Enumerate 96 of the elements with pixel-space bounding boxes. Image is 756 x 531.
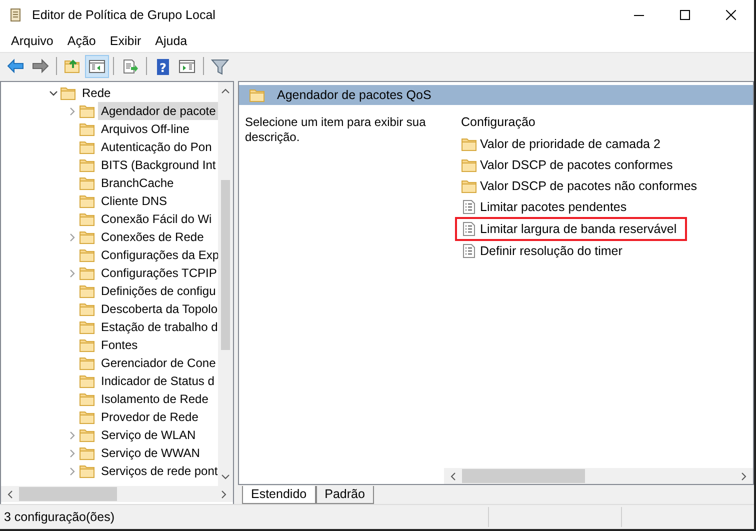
tree-item[interactable]: BranchCache: [98, 174, 218, 192]
tree-item[interactable]: Conexões de Rede: [98, 228, 218, 246]
window-title: Editor de Política de Grupo Local: [32, 8, 216, 22]
horizontal-scrollbar[interactable]: [1, 486, 233, 502]
folder-icon: [79, 427, 95, 443]
folder-icon: [79, 247, 95, 263]
folder-icon: [79, 337, 95, 353]
setting-item[interactable]: Limitar pacotes pendentes: [455, 196, 637, 218]
folder-icon: [79, 193, 95, 209]
folder-icon: [79, 139, 95, 155]
scroll-right-icon[interactable]: [221, 490, 227, 498]
scroll-left-icon[interactable]: [7, 490, 13, 498]
vertical-scrollbar[interactable]: [218, 82, 233, 486]
pane-title: Agendador de pacotes QoS: [277, 88, 432, 102]
folder-icon: [79, 103, 95, 119]
scroll-up-icon[interactable]: [221, 88, 230, 94]
forward-arrow-icon: [31, 58, 49, 74]
menu-item[interactable]: Exibir: [102, 34, 148, 48]
folder-icon: [79, 355, 95, 371]
folder-icon: [79, 409, 95, 425]
expand-chevron-icon[interactable]: [68, 268, 76, 278]
folder-icon: [79, 283, 95, 299]
tree-item[interactable]: Rede: [79, 84, 218, 102]
expand-chevron-icon[interactable]: [68, 106, 76, 116]
menu-item[interactable]: Ajuda: [148, 34, 194, 48]
folder-icon: [461, 157, 477, 173]
view-tab[interactable]: Padrão: [316, 486, 374, 504]
pane-toggle-button[interactable]: [85, 54, 109, 78]
folder-icon: [79, 319, 95, 335]
tree-item[interactable]: Fontes: [98, 336, 218, 354]
tree-item[interactable]: Arquivos Off-line: [98, 120, 218, 138]
expand-chevron-icon[interactable]: [68, 448, 76, 458]
folder-icon: [79, 121, 95, 137]
column-header[interactable]: Configuração: [455, 113, 753, 131]
tree-item[interactable]: Provedor de Rede: [98, 408, 218, 426]
pane-toggle-icon: [88, 58, 106, 74]
status-text: 3 configuração(ões): [3, 510, 116, 524]
expand-chevron-icon[interactable]: [68, 466, 76, 476]
description-text: Selecione um item para exibir sua descrição.: [244, 114, 427, 146]
folder-icon: [461, 136, 477, 152]
folder-icon: [79, 373, 95, 389]
folder-icon: [60, 85, 76, 101]
properties-pane-icon: [178, 58, 196, 74]
tree-item[interactable]: Isolamento de Rede: [98, 390, 218, 408]
setting-page-icon: [461, 199, 477, 215]
menu-item[interactable]: Ação: [60, 34, 103, 48]
scrollbar-thumb[interactable]: [19, 487, 117, 501]
tree-item[interactable]: BITS (Background Int: [98, 156, 218, 174]
folder-icon: [79, 391, 95, 407]
maximize-icon: [680, 10, 690, 20]
tree-item[interactable]: Autenticação do Pon: [98, 138, 218, 156]
folder-icon: [249, 87, 265, 103]
collapse-chevron-icon[interactable]: [48, 88, 58, 98]
tree-item[interactable]: Serviço de WLAN: [98, 426, 218, 444]
folder-icon: [79, 211, 95, 227]
folder-icon: [79, 157, 95, 173]
folder-icon: [79, 229, 95, 245]
setting-item[interactable]: Limitar largura de banda reservável: [455, 217, 687, 241]
scroll-right-icon[interactable]: [741, 472, 747, 480]
tree-item[interactable]: Estação de trabalho d: [98, 318, 218, 336]
folder-icon: [461, 178, 477, 194]
expand-chevron-icon[interactable]: [68, 430, 76, 440]
tree-item[interactable]: Indicador de Status d: [98, 372, 218, 390]
setting-item[interactable]: Valor de prioridade de camada 2: [455, 133, 670, 155]
menu-item[interactable]: Arquivo: [4, 34, 60, 48]
tree-item[interactable]: Cliente DNS: [98, 192, 218, 210]
horizontal-scrollbar[interactable]: [444, 468, 753, 484]
scrollbar-thumb[interactable]: [221, 180, 230, 350]
folder-icon: [79, 175, 95, 191]
folder-icon: [79, 301, 95, 317]
setting-page-icon: [461, 221, 477, 237]
scrollbar-thumb[interactable]: [462, 469, 585, 483]
back-arrow-icon: [7, 58, 25, 74]
tree-item[interactable]: Agendador de pacote: [98, 102, 218, 120]
tree-item[interactable]: Definições de configu: [98, 282, 218, 300]
setting-item[interactable]: Definir resolução do timer: [455, 240, 632, 262]
export-list-icon: [121, 58, 139, 74]
tree-item[interactable]: Conexão Fácil do Wi: [98, 210, 218, 228]
setting-item[interactable]: Valor DSCP de pacotes conformes: [455, 154, 683, 176]
tree-item[interactable]: Gerenciador de Cone: [98, 354, 218, 372]
folder-icon: [79, 463, 95, 479]
folder-icon: [79, 445, 95, 461]
filter-icon: [211, 58, 229, 74]
tree-item[interactable]: Descoberta da Topolo: [98, 300, 218, 318]
tree-item[interactable]: Serviço de WWAN: [98, 444, 218, 462]
scroll-left-icon[interactable]: [450, 472, 456, 480]
expand-chevron-icon[interactable]: [68, 232, 76, 242]
setting-page-icon: [461, 243, 477, 259]
folder-up-icon: [64, 58, 82, 74]
scroll-down-icon[interactable]: [221, 474, 230, 480]
setting-item[interactable]: Valor DSCP de pacotes não conformes: [455, 175, 708, 197]
folder-icon: [79, 265, 95, 281]
tree-item[interactable]: Serviços de rede pont: [98, 462, 218, 480]
tree-item[interactable]: Configurações TCPIP: [98, 264, 218, 282]
close-icon: [726, 10, 736, 20]
view-tab[interactable]: Estendido: [242, 486, 316, 504]
